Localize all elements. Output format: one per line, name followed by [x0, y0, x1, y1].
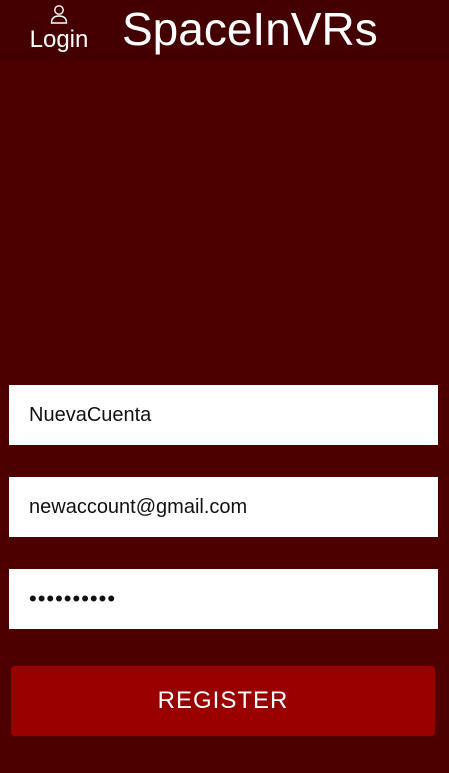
user-icon [50, 4, 68, 24]
email-input[interactable] [9, 477, 438, 537]
username-input[interactable] [9, 385, 438, 445]
app-header: Login SpaceInVRs [0, 0, 449, 60]
login-link[interactable]: Login [22, 2, 96, 56]
login-label: Login [29, 26, 89, 53]
app-title: SpaceInVRs [122, 3, 378, 55]
password-input[interactable] [9, 569, 438, 629]
register-button[interactable]: REGISTER [11, 666, 435, 736]
